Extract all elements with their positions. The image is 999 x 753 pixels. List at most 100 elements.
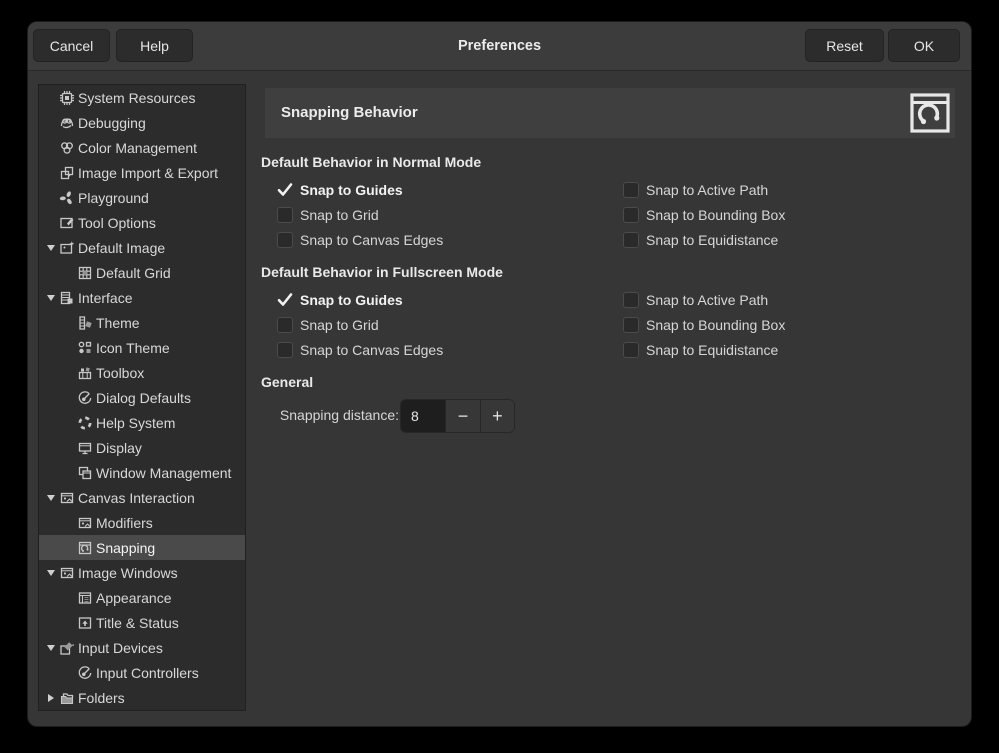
sidebar-item-color-management[interactable]: Color Management xyxy=(39,135,245,160)
sidebar-item-label: Input Devices xyxy=(78,640,163,656)
sidebar-item-label: Appearance xyxy=(96,590,172,606)
checkbox-row-snap-to-canvas-edges[interactable]: Snap to Canvas Edges xyxy=(277,337,443,362)
interface-icon xyxy=(59,290,75,306)
checkbox-unchecked-icon[interactable] xyxy=(623,182,639,198)
checkbox-row-snap-to-guides[interactable]: Snap to Guides xyxy=(277,177,403,202)
folders-icon xyxy=(59,690,75,706)
canvas-image-icon xyxy=(59,490,75,506)
checkbox-unchecked-icon[interactable] xyxy=(623,207,639,223)
sidebar-item-theme[interactable]: Theme xyxy=(39,310,245,335)
decrement-button[interactable]: − xyxy=(445,400,479,432)
checkbox-label: Snap to Grid xyxy=(300,207,379,223)
checkbox-row-snap-to-bounding-box[interactable]: Snap to Bounding Box xyxy=(623,312,785,337)
color-wheels-icon xyxy=(59,140,75,156)
sidebar-item-snapping[interactable]: Snapping xyxy=(39,535,245,560)
sidebar-item-label: Input Controllers xyxy=(96,665,199,681)
reset-button[interactable]: Reset xyxy=(805,29,884,62)
sidebar-item-help-system[interactable]: Help System xyxy=(39,410,245,435)
sidebar-item-label: Title & Status xyxy=(96,615,179,631)
checkbox-row-snap-to-grid[interactable]: Snap to Grid xyxy=(277,202,379,227)
checkbox-row-snap-to-active-path[interactable]: Snap to Active Path xyxy=(623,287,768,312)
sidebar-item-icon-theme[interactable]: Icon Theme xyxy=(39,335,245,360)
expander-open-icon[interactable] xyxy=(43,640,59,656)
checkbox-unchecked-icon[interactable] xyxy=(623,292,639,308)
expander-open-icon[interactable] xyxy=(43,565,59,581)
sidebar-item-label: Icon Theme xyxy=(96,340,170,356)
checkbox-label: Snap to Active Path xyxy=(646,292,768,308)
canvas-image-icon xyxy=(77,515,93,531)
grid-icon xyxy=(77,265,93,281)
help-button[interactable]: Help xyxy=(116,29,193,62)
checkbox-row-snap-to-equidistance[interactable]: Snap to Equidistance xyxy=(623,337,778,362)
checkbox-label: Snap to Bounding Box xyxy=(646,317,785,333)
preferences-category-list: System Resources Debugging Color Managemen… xyxy=(38,84,246,711)
checkbox-checked-icon[interactable] xyxy=(277,292,293,308)
sidebar-item-dialog-defaults[interactable]: Dialog Defaults xyxy=(39,385,245,410)
checkbox-row-snap-to-grid[interactable]: Snap to Grid xyxy=(277,312,379,337)
sidebar-item-label: Tool Options xyxy=(78,215,156,231)
sidebar-item-input-controllers[interactable]: Input Controllers xyxy=(39,660,245,685)
canvas-image-icon xyxy=(59,565,75,581)
sidebar-item-image-windows[interactable]: Image Windows xyxy=(39,560,245,585)
sidebar-item-label: Snapping xyxy=(96,540,155,556)
checkbox-unchecked-icon[interactable] xyxy=(623,342,639,358)
checkbox-unchecked-icon[interactable] xyxy=(623,317,639,333)
checkbox-row-snap-to-equidistance[interactable]: Snap to Equidistance xyxy=(623,227,778,252)
sidebar-item-input-devices[interactable]: Input Devices xyxy=(39,635,245,660)
checkbox-unchecked-icon[interactable] xyxy=(277,342,293,358)
sidebar-item-canvas-interaction[interactable]: Canvas Interaction xyxy=(39,485,245,510)
sidebar-item-label: Image Windows xyxy=(78,565,178,581)
sidebar-item-label: Debugging xyxy=(78,115,146,131)
sidebar-item-appearance[interactable]: Appearance xyxy=(39,585,245,610)
sidebar-item-image-import-export[interactable]: Image Import & Export xyxy=(39,160,245,185)
sidebar-item-tool-options[interactable]: Tool Options xyxy=(39,210,245,235)
theme-icon xyxy=(77,315,93,331)
checkbox-unchecked-icon[interactable] xyxy=(277,232,293,248)
sidebar-item-system-resources[interactable]: System Resources xyxy=(39,85,245,110)
gauge-icon xyxy=(77,390,93,406)
increment-button[interactable]: + xyxy=(480,400,514,432)
ok-button[interactable]: OK xyxy=(888,29,960,62)
checkbox-row-snap-to-bounding-box[interactable]: Snap to Bounding Box xyxy=(623,202,785,227)
pinwheel-icon xyxy=(59,190,75,206)
import-export-icon xyxy=(59,165,75,181)
checkbox-label: Snap to Guides xyxy=(300,292,403,308)
sidebar-item-interface[interactable]: Interface xyxy=(39,285,245,310)
snapping-distance-input[interactable]: 8 xyxy=(401,400,445,432)
sidebar-item-title-status[interactable]: Title & Status xyxy=(39,610,245,635)
sidebar-item-debugging[interactable]: Debugging xyxy=(39,110,245,135)
sidebar-item-modifiers[interactable]: Modifiers xyxy=(39,510,245,535)
checkbox-row-snap-to-guides[interactable]: Snap to Guides xyxy=(277,287,403,312)
toolbox-icon xyxy=(77,365,93,381)
checkbox-unchecked-icon[interactable] xyxy=(623,232,639,248)
tool-options-icon xyxy=(59,215,75,231)
sidebar-item-label: Image Import & Export xyxy=(78,165,218,181)
sidebar-item-playground[interactable]: Playground xyxy=(39,185,245,210)
input-devices-icon xyxy=(59,640,75,656)
expander-closed-icon[interactable] xyxy=(43,690,59,706)
titlebar: Preferences Cancel Help Reset OK xyxy=(28,22,971,71)
snapping-distance-stepper: 8 − + xyxy=(400,399,515,433)
sidebar-item-display[interactable]: Display xyxy=(39,435,245,460)
expander-open-icon[interactable] xyxy=(43,490,59,506)
sidebar-item-label: Color Management xyxy=(78,140,197,156)
checkbox-label: Snap to Canvas Edges xyxy=(300,342,443,358)
cancel-button[interactable]: Cancel xyxy=(33,29,110,62)
sidebar-item-default-image[interactable]: Default Image xyxy=(39,235,245,260)
sidebar-item-window-management[interactable]: Window Management xyxy=(39,460,245,485)
checkbox-checked-icon[interactable] xyxy=(277,182,293,198)
checkbox-label: Snap to Equidistance xyxy=(646,342,778,358)
sidebar-item-label: Default Image xyxy=(78,240,165,256)
checkbox-row-snap-to-active-path[interactable]: Snap to Active Path xyxy=(623,177,768,202)
sidebar-item-toolbox[interactable]: Toolbox xyxy=(39,360,245,385)
sidebar-item-folders[interactable]: Folders xyxy=(39,685,245,710)
expander-open-icon[interactable] xyxy=(43,240,59,256)
snapping-distance-label: Snapping distance: xyxy=(261,403,399,428)
expander-open-icon[interactable] xyxy=(43,290,59,306)
checkbox-row-snap-to-canvas-edges[interactable]: Snap to Canvas Edges xyxy=(277,227,443,252)
sidebar-item-label: Theme xyxy=(96,315,140,331)
checkbox-unchecked-icon[interactable] xyxy=(277,317,293,333)
sidebar-item-default-grid[interactable]: Default Grid xyxy=(39,260,245,285)
checkbox-unchecked-icon[interactable] xyxy=(277,207,293,223)
sidebar-item-label: Dialog Defaults xyxy=(96,390,191,406)
